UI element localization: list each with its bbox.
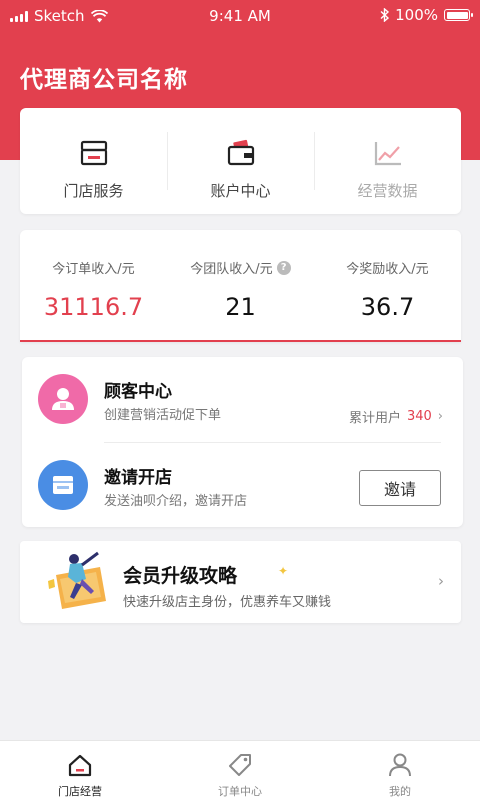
bluetooth-icon: [380, 8, 390, 22]
invite-store-row: 邀请开店 发送油呗介绍，邀请开店 邀请: [22, 443, 463, 527]
feature-list-card: 顾客中心 创建营销活动促下单 累计用户 340 › 邀请开店 发送油呗介绍，邀请…: [22, 357, 463, 527]
stat-team-income-value: 21: [225, 293, 256, 321]
income-stats-card: 今订单收入/元 31116.7 今团队收入/元 ? 21 今奖励收入/元 36.…: [20, 230, 461, 342]
store-tab-icon: [68, 754, 92, 777]
tab-order-center-label: 订单中心: [218, 785, 262, 798]
stat-order-income: 今订单收入/元 31116.7: [20, 230, 167, 340]
bottom-tab-bar: 门店经营 订单中心 我的: [0, 740, 480, 800]
stat-team-income-label-wrap: 今团队收入/元 ?: [190, 258, 291, 277]
invite-store-subtitle: 发送油呗介绍，邀请开店: [104, 494, 248, 509]
tab-store-operations-label: 门店经营: [58, 785, 102, 798]
customer-center-title: 顾客中心: [104, 382, 172, 402]
stat-team-income: 今团队收入/元 ? 21: [167, 230, 314, 340]
stat-order-income-label: 今订单收入/元: [52, 262, 135, 277]
member-upgrade-card[interactable]: 会员升级攻略 ✦ 快速升级店主身份，优惠养车又赚钱 ›: [20, 541, 461, 623]
nav-store-service[interactable]: 门店服务: [20, 108, 167, 214]
total-users: 累计用户 340 ›: [349, 407, 443, 426]
stat-reward-income-value: 36.7: [360, 293, 415, 321]
status-right: 100%: [380, 6, 473, 24]
battery-label: 100%: [395, 6, 438, 24]
customer-center-subtitle: 创建营销活动促下单: [104, 408, 222, 423]
promo-subtitle: 快速升级店主身份，优惠养车又赚钱: [123, 595, 332, 610]
nav-account-center[interactable]: 账户中心: [167, 108, 314, 214]
stat-order-income-value: 31116.7: [43, 293, 144, 321]
battery-icon: [444, 9, 473, 21]
user-icon: [389, 753, 411, 777]
tab-store-operations[interactable]: 门店经营: [0, 741, 160, 800]
quick-nav-card: 门店服务 账户中心 经营数据: [20, 108, 461, 214]
total-users-label: 累计用户: [348, 411, 401, 426]
status-bar: Sketch 9:41 AM 100%: [0, 0, 480, 32]
store-icon: [80, 140, 107, 166]
invite-store-title: 邀请开店: [104, 468, 172, 488]
nav-business-data-label: 经营数据: [357, 182, 418, 200]
help-icon[interactable]: ?: [276, 260, 291, 275]
upgrade-illustration: [48, 551, 106, 609]
stat-reward-income: 今奖励收入/元 36.7: [314, 230, 461, 340]
tab-order-center[interactable]: 订单中心: [160, 741, 320, 800]
chevron-right-icon: ›: [437, 409, 443, 424]
invite-button[interactable]: 邀请: [359, 470, 441, 506]
stat-reward-income-label: 今奖励收入/元: [346, 262, 429, 277]
tab-mine-label: 我的: [389, 785, 411, 798]
total-users-count: 340: [406, 409, 432, 424]
invite-icon: [38, 460, 88, 510]
promo-title: 会员升级攻略: [123, 565, 238, 587]
tag-icon: [229, 754, 251, 776]
customer-icon: [38, 374, 88, 424]
wallet-icon: [227, 139, 254, 166]
page-title: 代理商公司名称: [20, 67, 188, 93]
stat-team-income-label: 今团队收入/元: [190, 262, 273, 277]
customer-center-row[interactable]: 顾客中心 创建营销活动促下单 累计用户 340 ›: [22, 357, 463, 441]
chevron-right-icon: ›: [438, 572, 444, 590]
chart-icon: [374, 142, 401, 166]
nav-store-service-label: 门店服务: [63, 182, 124, 200]
nav-account-center-label: 账户中心: [210, 182, 271, 200]
sparkle-icon: ✦: [278, 564, 289, 578]
tab-mine[interactable]: 我的: [320, 741, 480, 800]
nav-business-data[interactable]: 经营数据: [314, 108, 461, 214]
